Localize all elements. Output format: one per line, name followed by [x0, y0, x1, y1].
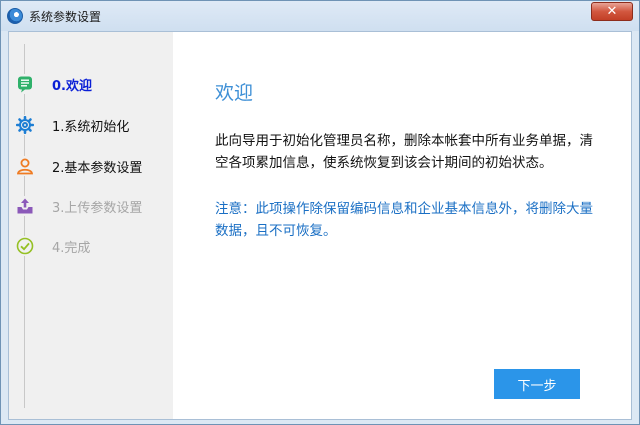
next-button[interactable]: 下一步 [494, 369, 580, 399]
step-system-init[interactable]: 1.系统初始化 [9, 113, 173, 137]
step-finish[interactable]: 4.完成 [9, 234, 173, 258]
upload-icon [15, 196, 35, 216]
gear-icon [15, 115, 35, 135]
list-icon [15, 74, 35, 94]
step-sidebar: 0.欢迎 1.系统初始化 2.基本参数设置 3.上传参数设置 4.完成 [9, 32, 173, 419]
step-label-finish: 4.完成 [52, 240, 91, 256]
step-label-welcome: 0.欢迎 [52, 78, 92, 94]
step-label-system-init: 1.系统初始化 [52, 119, 130, 135]
warning-note: 注意：此项操作除保留编码信息和企业基本信息外，将删除大量数据，且不可恢复。 [215, 201, 593, 239]
wizard-window: 系统参数设置 ✕ 0.欢迎 1.系统初始化 2.基本参数设置 3.上传参数设置 … [0, 0, 640, 425]
wizard-content: 0.欢迎 1.系统初始化 2.基本参数设置 3.上传参数设置 4.完成 欢迎 此… [8, 31, 632, 420]
title-bar[interactable]: 系统参数设置 ✕ [1, 1, 639, 31]
description-text: 此向导用于初始化管理员名称，删除本帐套中所有业务单据，清空各项累加信息，使系统恢… [215, 133, 593, 171]
step-label-upload-params: 3.上传参数设置 [52, 200, 143, 216]
step-basic-params[interactable]: 2.基本参数设置 [9, 154, 173, 178]
close-button[interactable]: ✕ [591, 2, 633, 21]
step-label-basic-params: 2.基本参数设置 [52, 160, 143, 176]
check-icon [15, 236, 35, 256]
step-welcome[interactable]: 0.欢迎 [9, 72, 173, 96]
window-title: 系统参数设置 [29, 9, 102, 24]
page-title: 欢迎 [215, 82, 254, 104]
user-icon [15, 156, 35, 176]
step-upload-params[interactable]: 3.上传参数设置 [9, 194, 173, 218]
main-panel: 欢迎 此向导用于初始化管理员名称，删除本帐套中所有业务单据，清空各项累加信息，使… [173, 32, 631, 419]
app-logo-icon [7, 8, 23, 24]
step-connector-line [24, 44, 25, 408]
